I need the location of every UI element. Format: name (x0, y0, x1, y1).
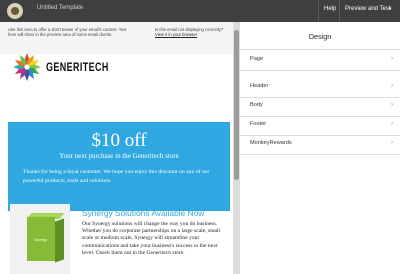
product-image[interactable]: Synergy (10, 204, 70, 274)
product-box-side (55, 218, 64, 263)
design-panel-title: Design (308, 32, 332, 41)
chevron-right-icon: › (391, 120, 394, 127)
panel-divider (240, 154, 400, 155)
chevron-down-icon[interactable]: ▾ (389, 6, 392, 12)
design-item-label: Footer (250, 121, 267, 127)
design-item-footer[interactable]: Footer › (240, 115, 400, 135)
design-item-monkeyrewards[interactable]: MonkeyRewards › (240, 134, 400, 154)
preview-and-test-button[interactable]: Preview and Test (345, 6, 391, 12)
chevron-right-icon: › (391, 139, 394, 146)
top-bar: Untitled Template Help Preview and Test … (0, 0, 400, 22)
chevron-right-icon: › (391, 101, 394, 108)
topbar-divider (339, 0, 340, 22)
generitech-logo-icon (13, 53, 41, 81)
product-description: Our Synergy solutions will change the wa… (82, 221, 221, 256)
design-item-label: MonkeyRewards (250, 140, 292, 146)
design-panel: Design Page › Header › Body › Footer › M… (240, 22, 400, 274)
promo-subtitle: Your next purchase in the Generitech sto… (59, 152, 179, 160)
panel-divider (240, 70, 400, 71)
email-canvas[interactable]: Use this area to offer a short teaser of… (0, 22, 233, 274)
promo-block[interactable]: $10 off Your next purchase in the Generi… (8, 122, 230, 211)
canvas-scrollbar[interactable] (233, 22, 240, 274)
help-button[interactable]: Help (324, 6, 336, 12)
not-displaying-text: Is this email not displaying correctly? (155, 27, 224, 32)
view-in-browser-link[interactable]: View it in your browser (155, 32, 197, 37)
design-item-label: Body (250, 102, 263, 108)
mailchimp-logo-icon[interactable] (7, 3, 23, 19)
design-item-page[interactable]: Page › (240, 50, 400, 70)
design-item-label: Header (250, 83, 269, 89)
design-item-header[interactable]: Header › (240, 77, 400, 97)
preheader-browser-notice: Is this email not displaying correctly? … (155, 27, 227, 38)
topbar-divider (318, 0, 319, 22)
preheader-teaser: Use this area to offer a short teaser of… (8, 27, 127, 38)
promo-amount: $10 off (91, 130, 147, 151)
chevron-right-icon: › (391, 82, 394, 89)
promo-text: Thanks for being a loyal customer. We ho… (23, 169, 210, 184)
template-title[interactable]: Untitled Template (37, 5, 83, 11)
chevron-right-icon: › (391, 55, 394, 62)
product-title[interactable]: Synergy Solutions Available Now (82, 208, 232, 218)
scrollbar-thumb[interactable] (234, 30, 239, 180)
product-box-label: Synergy (34, 238, 47, 242)
preheader[interactable]: Use this area to offer a short teaser of… (0, 22, 233, 54)
brand-name: GENERITECH (46, 62, 109, 74)
design-item-label: Page (250, 56, 264, 62)
design-item-body[interactable]: Body › (240, 96, 400, 116)
